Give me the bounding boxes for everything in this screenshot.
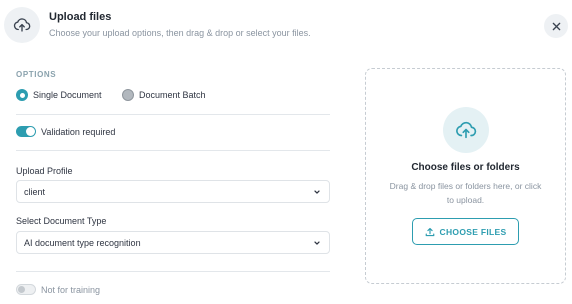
cloud-upload-icon [443,107,489,153]
options-heading: OPTIONS [16,70,57,79]
dialog-header: Upload files Choose your upload options,… [0,0,572,52]
radio-single-document-label: Single Document [33,90,102,100]
upload-icon [425,227,434,236]
toggle-switch-off [16,284,36,295]
validation-required-label: Validation required [41,126,116,137]
upload-profile-label: Upload Profile [16,166,73,176]
cloud-upload-icon [4,7,40,43]
radio-selected-indicator [16,89,28,101]
dialog-subtitle: Choose your upload options, then drag & … [49,28,311,38]
dialog-title: Upload files [49,11,112,23]
toggle-switch-on [16,126,36,137]
upload-profile-value: client [24,186,46,197]
document-type-label: Select Document Type [16,216,107,226]
upload-profile-select[interactable]: client [16,180,330,203]
chevron-down-icon [314,190,320,194]
radio-document-batch[interactable]: Document Batch [122,89,206,101]
choose-files-button[interactable]: CHOOSE FILES [412,218,519,245]
chevron-down-icon [314,241,320,245]
close-icon [552,22,560,30]
radio-unselected-indicator [122,89,134,101]
dropzone-description: Drag & drop files or folders here, or cl… [389,181,542,205]
not-for-training-toggle[interactable]: Not for training [16,284,100,295]
radio-document-batch-label: Document Batch [139,90,206,100]
divider [16,271,330,272]
close-button[interactable] [544,14,568,38]
validation-required-toggle[interactable]: Validation required [16,126,115,137]
file-dropzone[interactable]: Choose files or folders Drag & drop file… [365,68,566,284]
not-for-training-label: Not for training [41,284,101,295]
dropzone-title: Choose files or folders [411,162,520,173]
divider [16,114,330,115]
document-type-value: AI document type recognition [24,237,141,248]
choose-files-label: CHOOSE FILES [439,226,507,237]
divider [16,150,330,151]
document-type-select[interactable]: AI document type recognition [16,231,330,254]
radio-single-document[interactable]: Single Document [16,89,102,101]
